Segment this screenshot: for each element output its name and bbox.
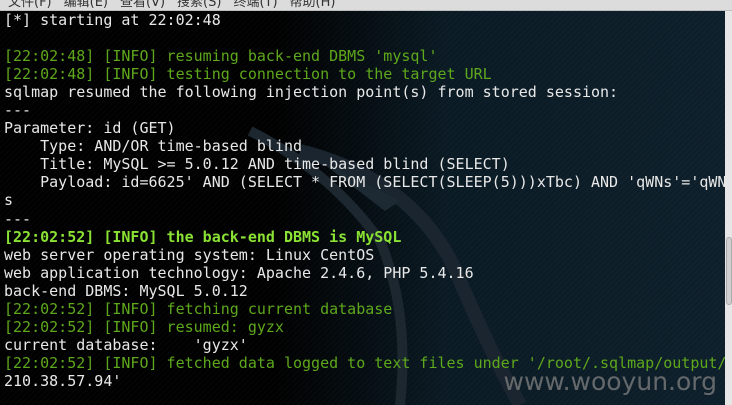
terminal-line: s — [4, 191, 14, 210]
terminal-lines: [*] starting at 22:02:48 [22:02:48] [INFO… — [4, 11, 725, 390]
terminal-line: Payload: id=6625' AND (SELECT * FROM (SE… — [4, 173, 725, 192]
terminal-line: Title: MySQL >= 5.0.12 AND time-based bl… — [4, 155, 510, 174]
terminal-line: Parameter: id (GET) — [4, 119, 176, 138]
menu-item[interactable]: 搜索(S) — [177, 0, 221, 10]
terminal-line: --- — [4, 209, 32, 228]
terminal-line: back-end DBMS: MySQL 5.0.12 — [4, 281, 248, 300]
terminal-line: [22:02:52] [INFO] the back-end DBMS is M… — [4, 227, 402, 246]
terminal-line: sqlmap resumed the following injection p… — [4, 83, 619, 102]
menu-item[interactable]: 帮助(H) — [290, 0, 336, 10]
scrollbar[interactable] — [725, 11, 732, 405]
terminal-line: [*] starting at 22:02:48 — [4, 11, 221, 29]
menu-item[interactable]: 查看(V) — [120, 0, 165, 10]
scrollbar-thumb[interactable] — [726, 237, 732, 305]
terminal-line: [22:02:48] [INFO] resuming back-end DBMS… — [4, 47, 438, 66]
terminal-line: web application technology: Apache 2.4.6… — [4, 263, 474, 282]
terminal-output[interactable]: [*] starting at 22:02:48 [22:02:48] [INFO… — [0, 11, 725, 405]
terminal-line: [22:02:48] [INFO] testing connection to … — [4, 65, 492, 84]
menu-item[interactable]: 终端(T) — [233, 0, 277, 10]
terminal-line: [22:02:52] [INFO] fetching current datab… — [4, 299, 393, 318]
terminal-line: --- — [4, 101, 32, 120]
terminal-line: [22:02:52] [INFO] resumed: gyzx — [4, 317, 284, 336]
menu-item[interactable]: 文件(F) — [8, 0, 52, 10]
terminal-line: Type: AND/OR time-based blind — [4, 137, 303, 156]
terminal-line: web server operating system: Linux CentO… — [4, 245, 375, 264]
watermark: www.wooyun.org — [503, 367, 717, 396]
terminal-line: current database: 'gyzx' — [4, 335, 248, 354]
menu-bar: 文件(F) 编辑(E) 查看(V) 搜索(S) 终端(T) 帮助(H) — [0, 0, 732, 11]
menu-item[interactable]: 编辑(E) — [64, 0, 108, 10]
